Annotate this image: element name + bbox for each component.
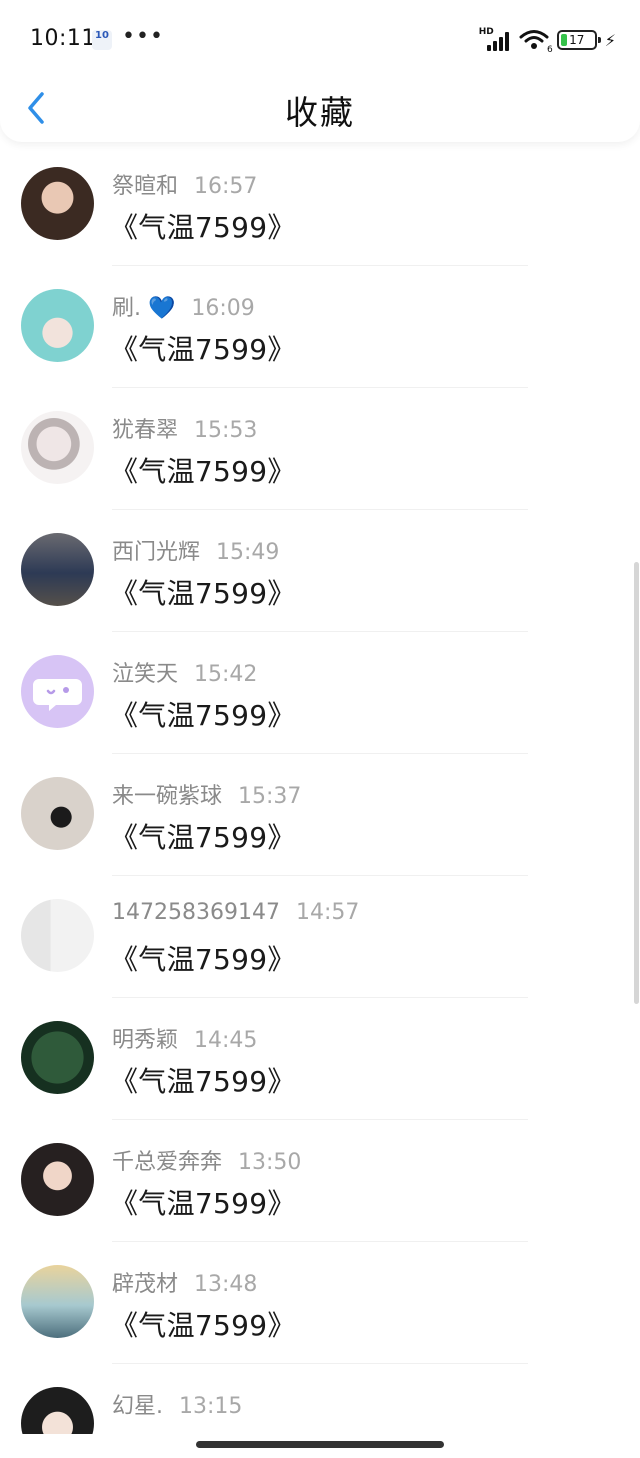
message-text: 《气温7599》 — [110, 211, 296, 244]
timestamp: 15:42 — [194, 662, 258, 687]
item-header: 147258369147 14:57 — [112, 900, 359, 925]
avatar[interactable] — [21, 1143, 94, 1216]
battery-icon: 17 — [556, 30, 601, 50]
timestamp: 15:37 — [238, 784, 302, 809]
sender-name: 147258369147 — [112, 900, 280, 925]
sender-name: 明秀颖 — [112, 1028, 179, 1053]
timestamp: 13:15 — [179, 1394, 243, 1419]
item-header: 泣笑天 15:42 — [112, 656, 257, 688]
item-header: 辟茂材 13:48 — [112, 1266, 257, 1298]
app-header: 10:11 10 ••• HD 6 17 ⚡ 收藏 — [0, 0, 640, 142]
message-text: 《气温7599》 — [110, 821, 296, 854]
avatar[interactable] — [21, 1265, 94, 1338]
message-text: 《气温7599》 — [110, 1187, 296, 1220]
status-indicators: HD 6 17 ⚡ — [478, 27, 616, 55]
item-header: 幻星. 13:15 — [112, 1388, 242, 1420]
wifi-label: 6 — [547, 45, 553, 55]
status-bar: 10:11 10 ••• HD 6 17 ⚡ — [0, 0, 640, 80]
sender-name: 犹春翠 — [112, 418, 179, 443]
avatar[interactable] — [21, 777, 94, 850]
cellular-signal-icon: HD — [478, 27, 511, 51]
avatar[interactable] — [21, 411, 94, 484]
item-header: 犹春翠 15:53 — [112, 412, 257, 444]
timestamp: 16:09 — [191, 296, 255, 321]
sender-name: 千总爱奔奔 — [112, 1150, 223, 1175]
message-text: 《气温7599》 — [110, 699, 296, 732]
message-text: 《气温7599》 — [110, 1309, 296, 1342]
message-text: 《气温7599》 — [110, 577, 296, 610]
sender-name: 来一碗紫球 — [112, 784, 223, 809]
item-header: 祭暄和 16:57 — [112, 168, 257, 200]
signal-hd-label: HD — [478, 27, 494, 37]
timestamp: 15:49 — [216, 540, 280, 565]
timestamp: 13:48 — [194, 1272, 258, 1297]
sender-name: 泣笑天 — [112, 662, 179, 687]
message-text: 《气温7599》 — [110, 455, 296, 488]
list-item[interactable]: 147258369147 14:57 《气温7599》 — [0, 876, 640, 998]
status-time: 10:11 — [30, 26, 96, 51]
list-item[interactable]: 刷. 💙 16:09 《气温7599》 — [0, 266, 640, 388]
message-text: 《气温7599》 — [110, 943, 296, 976]
sender-name: 西门光辉 — [112, 540, 201, 565]
home-indicator[interactable] — [196, 1441, 444, 1448]
sender-name: 辟茂材 — [112, 1272, 179, 1297]
list-item[interactable]: 千总爱奔奔 13:50 《气温7599》 — [0, 1120, 640, 1242]
timestamp: 15:53 — [194, 418, 258, 443]
list-item[interactable]: 西门光辉 15:49 《气温7599》 — [0, 510, 640, 632]
battery-level: 17 — [569, 33, 585, 47]
list-item[interactable]: 犹春翠 15:53 《气温7599》 — [0, 388, 640, 510]
more-notifications-icon: ••• — [122, 24, 164, 49]
avatar[interactable] — [21, 167, 94, 240]
list-item[interactable]: 祭暄和 16:57 《气温7599》 — [0, 144, 640, 266]
sender-name: 刷. 💙 — [112, 296, 176, 321]
timestamp: 16:57 — [194, 174, 258, 199]
message-text: 《气温7599》 — [110, 1065, 296, 1098]
list-item[interactable]: 泣笑天 15:42 《气温7599》 — [0, 632, 640, 754]
message-text: 《气温7599》 — [110, 333, 296, 366]
item-header: 明秀颖 14:45 — [112, 1022, 257, 1054]
avatar[interactable] — [21, 1021, 94, 1094]
list-item[interactable]: 辟茂材 13:48 《气温7599》 — [0, 1242, 640, 1364]
avatar[interactable] — [21, 533, 94, 606]
avatar[interactable] — [21, 655, 94, 728]
charging-icon: ⚡ — [604, 30, 616, 50]
item-header: 刷. 💙 16:09 — [112, 290, 255, 322]
list-item[interactable]: 明秀颖 14:45 《气温7599》 — [0, 998, 640, 1120]
list-item[interactable]: 幻星. 13:15 — [0, 1364, 640, 1434]
timestamp: 14:57 — [295, 900, 360, 925]
item-header: 西门光辉 15:49 — [112, 534, 279, 566]
avatar[interactable] — [21, 899, 94, 972]
favorites-list[interactable]: 祭暄和 16:57 《气温7599》 刷. 💙 16:09 《气温7599》 犹春翠 15:5… — [0, 144, 640, 1434]
avatar[interactable] — [21, 1387, 94, 1434]
list-item[interactable]: 来一碗紫球 15:37 《气温7599》 — [0, 754, 640, 876]
item-header: 来一碗紫球 15:37 — [112, 778, 301, 810]
scrollbar[interactable] — [634, 562, 639, 1004]
sender-name: 幻星. — [112, 1394, 163, 1419]
timestamp: 13:50 — [238, 1150, 302, 1175]
wifi-icon: 6 — [519, 29, 553, 55]
sender-name: 祭暄和 — [112, 174, 179, 199]
page-title: 收藏 — [285, 93, 355, 132]
app-notification-icon: 10 — [92, 30, 112, 50]
item-header: 千总爱奔奔 13:50 — [112, 1144, 301, 1176]
chat-bubble-icon — [33, 679, 82, 711]
timestamp: 14:45 — [194, 1028, 258, 1053]
avatar[interactable] — [21, 289, 94, 362]
